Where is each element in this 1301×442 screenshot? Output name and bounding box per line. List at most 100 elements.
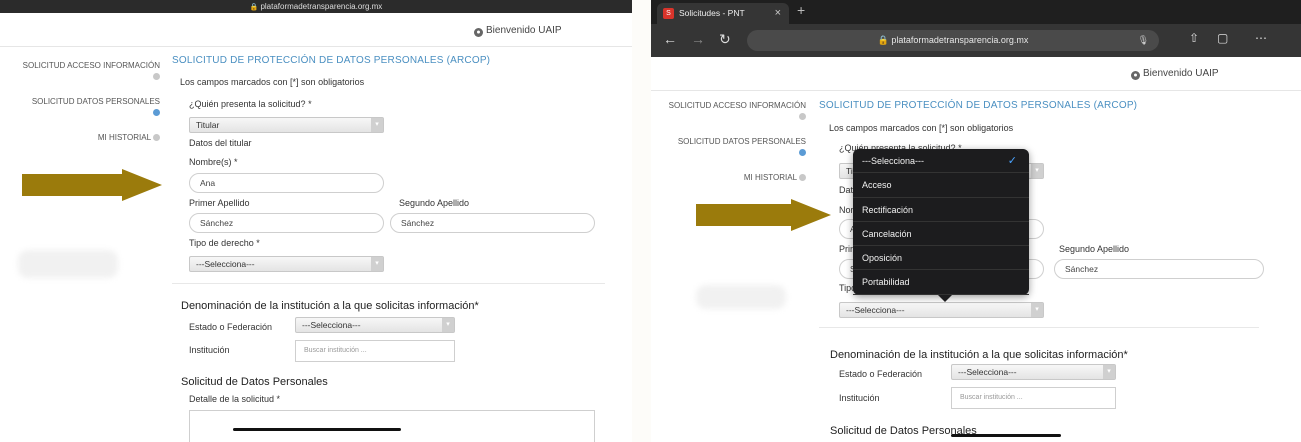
url-text: plataformadetransparencia.org.mx xyxy=(891,35,1029,45)
address-bar[interactable]: 🔒 plataformadetransparencia.org.mx 🎙 xyxy=(747,30,1159,51)
state-select[interactable]: ---Selecciona--- ▾ xyxy=(295,317,455,333)
second-surname-field[interactable]: Sánchez xyxy=(390,213,595,233)
state-select-value: ---Selecciona--- xyxy=(958,367,1017,377)
right-type-select[interactable]: ---Selecciona--- ▾ xyxy=(189,256,384,272)
state-select[interactable]: ---Selecciona--- ▾ xyxy=(951,364,1116,380)
welcome-user[interactable]: ● Bienvenido UAIP xyxy=(474,25,562,37)
site-header: ● Bienvenido UAIP xyxy=(651,57,1301,91)
url-bar[interactable]: 🔒 plataformadetransparencia.org.mx xyxy=(0,0,632,13)
sidebar-item-historial[interactable]: MI HISTORIAL xyxy=(651,172,806,183)
forward-arrow-icon[interactable]: → xyxy=(691,31,705,47)
first-surname-label: Primer Apellido xyxy=(189,198,250,208)
right-type-select-value: ---Selecciona--- xyxy=(196,259,255,269)
dropdown-option[interactable]: Rectificación xyxy=(853,198,1029,222)
status-dot-icon xyxy=(153,73,160,80)
option-label: Rectificación xyxy=(862,204,914,215)
institution-label: Institución xyxy=(839,393,880,403)
blurred-area xyxy=(18,250,118,278)
form-title: SOLICITUD DE PROTECCIÓN DE DATOS PERSONA… xyxy=(172,55,491,66)
home-indicator xyxy=(951,434,1061,437)
dropdown-option[interactable]: ---Selecciona--- ✓ xyxy=(853,149,1029,174)
divider xyxy=(172,283,605,284)
state-select-value: ---Selecciona--- xyxy=(302,320,361,330)
browser-tab[interactable]: S Solicitudes - PNT × xyxy=(657,3,789,24)
user-icon: ● xyxy=(1131,71,1140,80)
lock-icon: 🔒 xyxy=(249,4,259,11)
holder-data-label: Dat xyxy=(839,185,854,195)
reload-icon[interactable]: ↻ xyxy=(719,31,731,48)
close-icon[interactable]: × xyxy=(775,3,781,24)
option-label: Acceso xyxy=(862,180,892,191)
chevron-down-icon: ▾ xyxy=(1031,164,1043,178)
blurred-area xyxy=(696,285,786,309)
sidebar-item-solicitud-datos[interactable]: SOLICITUD DATOS PERSONALES xyxy=(20,96,160,118)
more-icon[interactable]: ⋯ xyxy=(1255,31,1267,45)
welcome-text: Bienvenido UAIP xyxy=(1143,68,1219,79)
sidebar-item-label: SOLICITUD DATOS PERSONALES xyxy=(677,137,806,146)
dropdown-pointer xyxy=(938,295,952,302)
new-tab-plus-icon[interactable]: + xyxy=(797,2,805,18)
sidebar-item-label: MI HISTORIAL xyxy=(743,173,797,182)
back-arrow-icon[interactable]: ← xyxy=(663,31,677,47)
required-note: Los campos marcados con [*] son obligato… xyxy=(180,77,365,87)
sidebar-item-label: SOLICITUD ACCESO INFORMACIÓN xyxy=(22,61,160,70)
second-surname-label: Segundo Apellido xyxy=(1059,244,1130,254)
divider xyxy=(819,327,1259,328)
left-screenshot: 🔒 plataformadetransparencia.org.mx ● Bienv… xyxy=(0,0,632,442)
welcome-user[interactable]: ● Bienvenido UAIP xyxy=(1131,68,1219,80)
state-label: Estado o Federación xyxy=(189,322,273,332)
institution-heading: Denominación de la institución a la que … xyxy=(830,349,1128,361)
chevron-down-icon: ▾ xyxy=(442,318,454,332)
option-label: Cancelación xyxy=(862,228,912,239)
lock-icon: 🔒 xyxy=(877,35,889,45)
sidebar-item-solicitud-datos[interactable]: SOLICITUD DATOS PERSONALES xyxy=(651,136,806,158)
right-type-select-value: ---Selecciona--- xyxy=(846,305,905,315)
home-indicator xyxy=(233,428,401,431)
sidebar-item-historial[interactable]: MI HISTORIAL xyxy=(20,132,160,143)
chevron-down-icon: ▾ xyxy=(1031,303,1043,317)
welcome-text: Bienvenido UAIP xyxy=(486,25,562,36)
detail-label: Detalle de la solicitud * xyxy=(189,394,281,404)
first-surname-field[interactable]: Sánchez xyxy=(189,213,384,233)
option-label: Portabilidad xyxy=(862,277,910,288)
second-surname-field[interactable]: Sánchez xyxy=(1054,259,1264,279)
dropdown-option[interactable]: Cancelación xyxy=(853,222,1029,247)
second-surname-label: Segundo Apellido xyxy=(399,198,470,208)
tab-title: Solicitudes - PNT xyxy=(679,8,745,18)
tab-count-icon[interactable]: ▢ xyxy=(1217,31,1228,45)
chevron-down-icon: ▾ xyxy=(371,118,383,132)
institution-heading: Denominación de la institución a la que … xyxy=(181,300,479,312)
form-title: SOLICITUD DE PROTECCIÓN DE DATOS PERSONA… xyxy=(819,100,1138,111)
institution-search-input[interactable]: Buscar institución ... xyxy=(295,340,455,362)
sidebar-item-solicitud-acceso[interactable]: SOLICITUD ACCESO INFORMACIÓN xyxy=(651,100,806,122)
user-icon: ● xyxy=(474,28,483,37)
dropdown-option[interactable]: Acceso xyxy=(853,173,1029,198)
chevron-down-icon: ▾ xyxy=(1103,365,1115,379)
who-label: ¿Quién presenta la solicitud? * xyxy=(189,99,312,109)
status-dot-icon xyxy=(153,109,160,116)
detail-textarea[interactable] xyxy=(189,410,595,442)
mic-icon[interactable]: 🎙 xyxy=(1138,30,1149,51)
option-label: Oposición xyxy=(862,253,903,264)
who-select[interactable]: Titular ▾ xyxy=(189,117,384,133)
sidebar-item-solicitud-acceso[interactable]: SOLICITUD ACCESO INFORMACIÓN xyxy=(20,60,160,82)
institution-label: Institución xyxy=(189,345,230,355)
dropdown-option[interactable]: Oposición xyxy=(853,246,1029,271)
status-dot-icon xyxy=(799,149,806,156)
right-type-select[interactable]: ---Selecciona--- ▾ xyxy=(839,302,1044,318)
first-surname-label: Prir xyxy=(839,244,853,254)
name-field[interactable]: Ana xyxy=(189,173,384,193)
status-dot-icon xyxy=(799,113,806,120)
sidebar-nav: SOLICITUD ACCESO INFORMACIÓN SOLICITUD D… xyxy=(651,100,806,197)
dropdown-option[interactable]: Portabilidad xyxy=(853,270,1029,295)
share-icon[interactable]: ⇧ xyxy=(1189,31,1199,45)
option-label: ---Selecciona--- xyxy=(862,156,925,166)
institution-search-input[interactable]: Buscar institución ... xyxy=(951,387,1116,409)
composite-screenshot: 🔒 plataformadetransparencia.org.mx ● Bienv… xyxy=(0,0,1301,442)
sidebar-item-label: MI HISTORIAL xyxy=(97,133,151,142)
name-label: Nombre(s) * xyxy=(189,157,238,167)
browser-toolbar: ← → ↻ 🔒 plataformadetransparencia.org.mx… xyxy=(651,24,1301,57)
chevron-down-icon: ▾ xyxy=(371,257,383,271)
status-dot-icon xyxy=(153,134,160,141)
browser-tab-bar: S Solicitudes - PNT × + xyxy=(651,0,1301,24)
